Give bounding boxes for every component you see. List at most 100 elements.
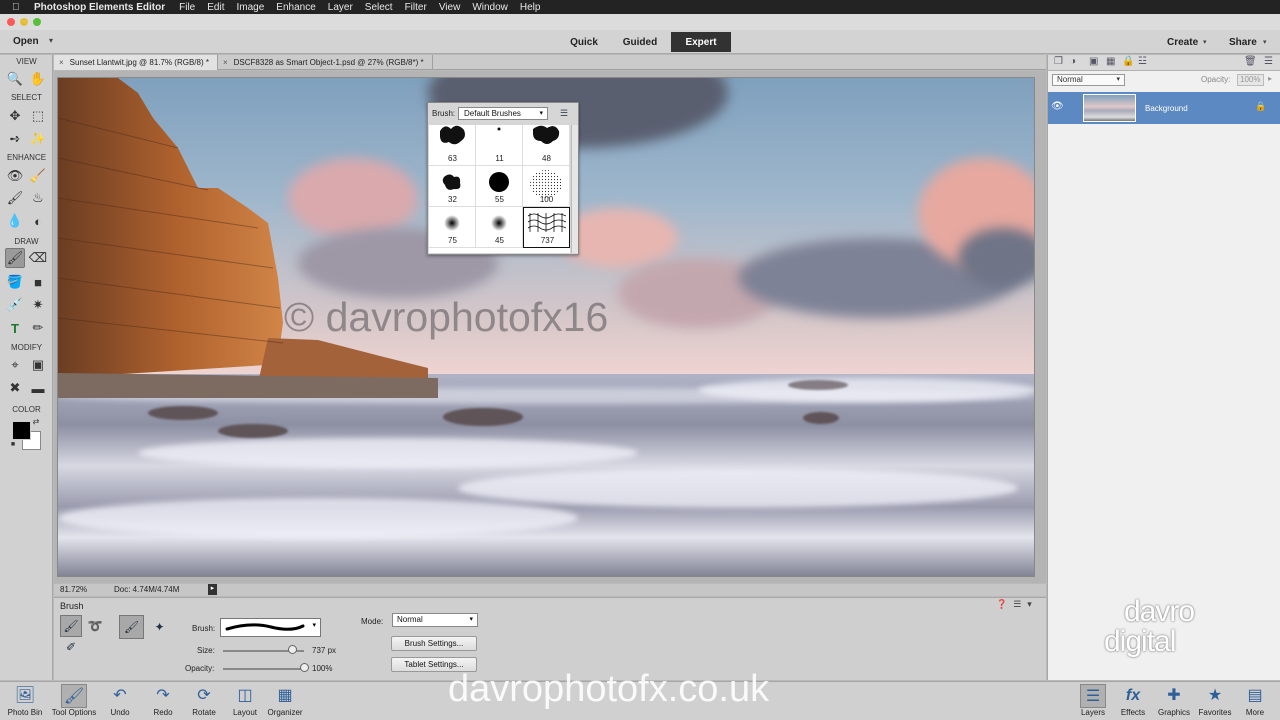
help-icon[interactable]: ❓ xyxy=(996,599,1007,610)
brush-grid-scrollbar[interactable] xyxy=(571,125,578,253)
trash-icon[interactable]: 🗑 xyxy=(1244,56,1257,67)
red-eye-tool-icon[interactable]: 👁 xyxy=(5,166,25,186)
blur-tool-icon[interactable]: 💧 xyxy=(5,211,25,231)
layer-row-background[interactable]: 👁 Background 🔒 xyxy=(1048,92,1280,124)
eraser-tool-icon[interactable]: ⌫ xyxy=(28,248,48,268)
tool-options-button[interactable]: 🖌 Tool Options xyxy=(49,684,99,717)
new-layer-icon[interactable]: ❐ xyxy=(1054,56,1063,67)
chevron-down-icon[interactable]: ▾ xyxy=(49,36,53,45)
chevron-right-icon[interactable]: ▸ xyxy=(208,584,217,595)
content-aware-move-tool-icon[interactable]: ✖ xyxy=(5,378,25,398)
brush-preset[interactable]: 11 xyxy=(476,125,523,166)
menu-edit[interactable]: Edit xyxy=(207,2,224,13)
marquee-tool-icon[interactable]: ⬚ xyxy=(28,106,48,126)
opacity-slider-handle[interactable] xyxy=(300,663,309,672)
menu-select[interactable]: Select xyxy=(365,2,393,13)
brush-tool-icon[interactable]: 🖌 xyxy=(5,248,25,268)
lock-transparency-icon[interactable]: ▦ xyxy=(1106,56,1115,67)
zoom-level[interactable]: 81.72% xyxy=(60,585,87,594)
menu-window[interactable]: Window xyxy=(472,2,508,13)
brush-picker-popup[interactable]: Brush: Default Brushes ▾ ☰ 63 11 48 32 5… xyxy=(427,102,579,255)
open-button[interactable]: Open xyxy=(13,36,39,47)
brush-preset[interactable]: 55 xyxy=(476,166,523,207)
magic-wand-tool-icon[interactable]: ✨ xyxy=(28,129,48,149)
impressionist-brush-icon[interactable]: ➰ xyxy=(84,615,106,637)
menu-filter[interactable]: Filter xyxy=(405,2,427,13)
hand-tool-icon[interactable]: ✋ xyxy=(28,69,48,89)
mode-expert[interactable]: Expert xyxy=(671,32,731,52)
swap-colors-icon[interactable]: ⇄ xyxy=(30,415,42,427)
paint-bucket-tool-icon[interactable]: 🪣 xyxy=(5,272,25,292)
brush-preset[interactable]: 48 xyxy=(523,125,570,166)
tab-sunset-llantwit[interactable]: × Sunset Llantwit.jpg @ 81.7% (RGB/8) * xyxy=(54,55,218,70)
layer-mask-icon[interactable]: ▣ xyxy=(1089,56,1098,67)
lasso-tool-icon[interactable]: ➺ xyxy=(5,129,25,149)
menu-help[interactable]: Help xyxy=(520,2,541,13)
move-tool-icon[interactable]: ✥ xyxy=(5,106,25,126)
gradient-tool-icon[interactable]: ■ xyxy=(28,272,48,292)
menu-view[interactable]: View xyxy=(439,2,461,13)
visibility-eye-icon[interactable]: 👁 xyxy=(1051,101,1064,112)
layer-lock-icon[interactable]: 🔒 xyxy=(1255,101,1266,112)
panel-menu-icon[interactable]: ☰ xyxy=(1264,56,1273,67)
close-icon[interactable]: × xyxy=(59,58,64,67)
eyedropper-tool-icon[interactable]: 💉 xyxy=(5,295,25,315)
create-button[interactable]: Create xyxy=(1167,37,1198,48)
color-replacement-brush-icon[interactable]: ✐ xyxy=(60,636,82,658)
airbrush-mode-icon[interactable]: ✦ xyxy=(147,615,172,639)
mode-guided[interactable]: Guided xyxy=(612,32,668,52)
crop-tool-icon[interactable]: ⌖ xyxy=(5,355,25,375)
brush-preset-selected[interactable]: 737 xyxy=(523,207,570,248)
link-icon[interactable]: ☳ xyxy=(1138,56,1147,67)
share-button[interactable]: Share xyxy=(1229,37,1257,48)
menu-image[interactable]: Image xyxy=(236,2,264,13)
chevron-right-icon[interactable]: ▸ xyxy=(1268,74,1272,83)
sponge-tool-icon[interactable]: ◐ xyxy=(28,211,48,231)
brush-settings-button[interactable]: Brush Settings... xyxy=(391,636,477,651)
more-button[interactable]: ▤ More xyxy=(1230,684,1280,717)
layer-opacity-field[interactable]: 100% xyxy=(1237,74,1264,86)
blend-mode-dropdown[interactable]: Normal ▾ xyxy=(1052,74,1125,86)
recompose-tool-icon[interactable]: ▣ xyxy=(28,355,48,375)
organizer-button[interactable]: ▦ Organizer xyxy=(260,684,310,717)
size-slider-handle[interactable] xyxy=(287,645,297,654)
tab-dscf8328[interactable]: × DSCF8328 as Smart Object-1.psd @ 27% (… xyxy=(218,55,433,70)
close-icon[interactable]: × xyxy=(223,58,228,67)
pencil-tool-icon[interactable]: ✏ xyxy=(28,318,48,338)
opacity-slider[interactable] xyxy=(223,668,304,670)
menu-file[interactable]: File xyxy=(179,2,195,13)
type-tool-icon[interactable]: T xyxy=(5,318,25,338)
size-value[interactable]: 737 px xyxy=(312,646,336,655)
straighten-tool-icon[interactable]: ▬ xyxy=(28,378,48,398)
menu-layer[interactable]: Layer xyxy=(328,2,353,13)
brush-preset[interactable]: 45 xyxy=(476,207,523,248)
layer-name[interactable]: Background xyxy=(1145,104,1188,113)
mode-quick[interactable]: Quick xyxy=(556,32,612,52)
menu-enhance[interactable]: Enhance xyxy=(276,2,315,13)
zoom-window-button[interactable] xyxy=(33,18,41,26)
brush-tool-option-icon[interactable]: 🖌 xyxy=(60,615,82,637)
brush-mode-icon[interactable]: 🖌 xyxy=(119,615,144,639)
brush-set-dropdown[interactable]: Default Brushes ▾ xyxy=(458,107,548,120)
collapse-icon[interactable]: ▾ xyxy=(1027,599,1032,610)
close-window-button[interactable] xyxy=(7,18,15,26)
default-colors-icon[interactable]: ■ xyxy=(8,439,18,449)
lock-icon[interactable]: 🔒 xyxy=(1122,56,1134,67)
brush-preview-dropdown[interactable]: ▾ xyxy=(220,618,321,637)
clone-stamp-tool-icon[interactable]: ♨ xyxy=(28,188,48,208)
smart-brush-tool-icon[interactable]: 🖌 xyxy=(5,188,25,208)
minimize-window-button[interactable] xyxy=(20,18,28,26)
panel-menu-icon[interactable]: ☰ xyxy=(1013,599,1021,610)
brush-preset[interactable]: 32 xyxy=(429,166,476,207)
photo-bin-button[interactable]: 🖼 Photo Bin xyxy=(0,684,50,717)
brush-preset[interactable]: 75 xyxy=(429,207,476,248)
opacity-value[interactable]: 100% xyxy=(312,664,332,673)
foreground-color-swatch[interactable] xyxy=(12,421,31,440)
zoom-tool-icon[interactable]: 🔍 xyxy=(5,69,25,89)
mode-dropdown[interactable]: Normal ▾ xyxy=(392,613,478,627)
apple-icon[interactable]:  xyxy=(12,2,24,13)
brush-preset[interactable]: 100 xyxy=(523,166,570,207)
custom-shape-tool-icon[interactable]: ✷ xyxy=(28,295,48,315)
panel-menu-icon[interactable]: ☰ xyxy=(560,108,568,119)
spot-healing-tool-icon[interactable]: 🧹 xyxy=(28,166,48,186)
